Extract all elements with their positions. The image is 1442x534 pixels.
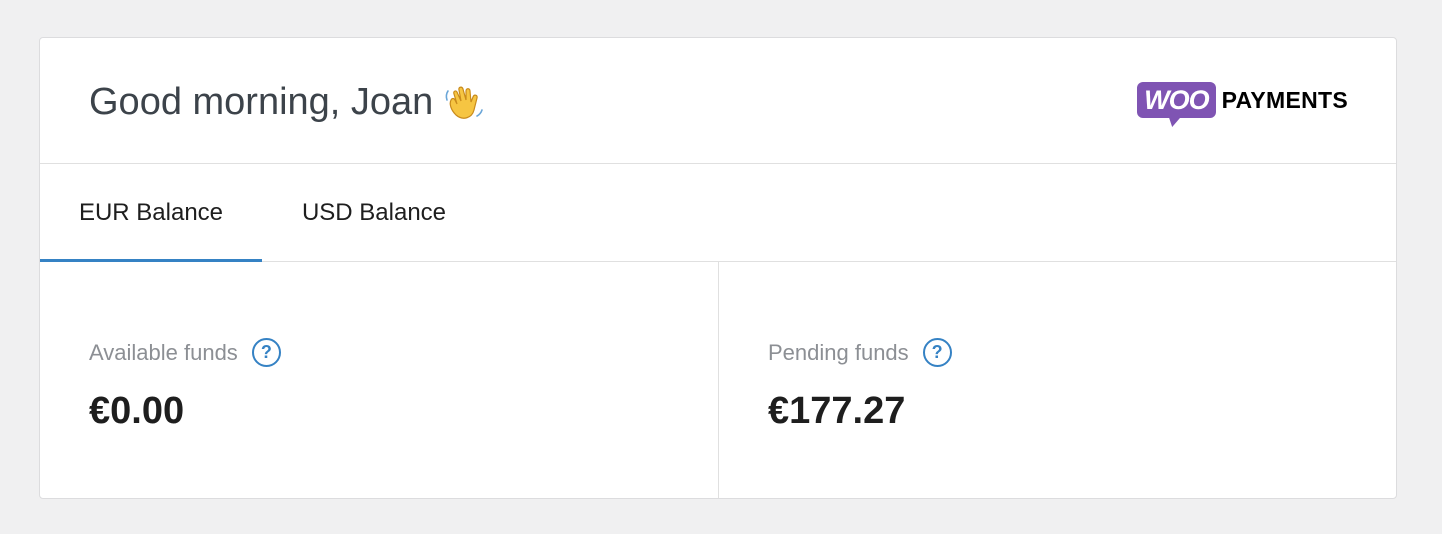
tab-eur-balance[interactable]: EUR Balance [40,164,262,262]
waving-hand-icon [445,86,484,119]
logo-payments-text: PAYMENTS [1221,86,1348,113]
pending-funds-label-row: Pending funds ? [768,338,952,367]
greeting: Good morning, Joan [89,81,485,124]
funds-panel: Available funds ? €0.00 Pending funds ? … [40,262,1396,498]
card-header: Good morning, Joan WOO PAYMENTS [40,38,1396,164]
available-funds-section: Available funds ? €0.00 [40,262,718,498]
pending-funds-label: Pending funds [768,339,909,365]
available-funds-amount: €0.00 [89,390,185,432]
pending-funds-section: Pending funds ? €177.27 [718,262,1396,498]
balance-tabs: EUR Balance USD Balance [40,164,1396,262]
question-mark-icon[interactable]: ? [251,338,281,367]
tab-usd-balance[interactable]: USD Balance [262,164,486,261]
woopayments-logo: WOO PAYMENTS [1137,82,1348,118]
question-mark-icon[interactable]: ? [922,338,952,367]
balance-card: Good morning, Joan WOO PAYMENTS EUR Bala… [39,37,1397,499]
pending-funds-amount: €177.27 [768,390,906,432]
greeting-text: Good morning, Joan [89,81,434,123]
logo-woo-mark: WOO [1137,82,1216,118]
available-funds-label-row: Available funds ? [89,338,281,367]
available-funds-label: Available funds [89,339,238,365]
